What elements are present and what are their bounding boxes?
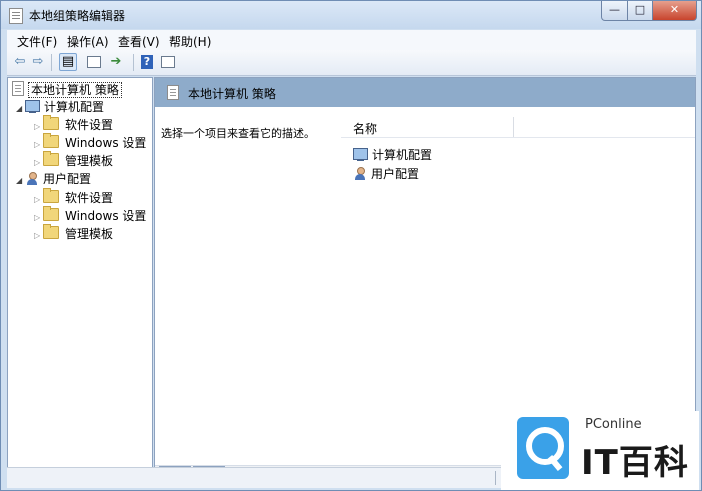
- list-item-label: 计算机配置: [372, 148, 433, 162]
- policy-doc-icon: [9, 8, 23, 24]
- tree-item-software-settings[interactable]: ▷ 软件设置: [34, 115, 114, 135]
- details-title: 本地计算机 策略: [188, 87, 276, 101]
- tree-item-label: 软件设置: [65, 118, 114, 132]
- details-header: 本地计算机 策略: [155, 78, 695, 107]
- menu-bar: 文件(F) 操作(A) 查看(V) 帮助(H): [7, 30, 696, 50]
- menu-view[interactable]: 查看(V): [118, 33, 160, 50]
- menu-action[interactable]: 操作(A): [67, 33, 109, 50]
- description-text: 选择一个项目来查看它的描述。: [161, 127, 315, 140]
- pconline-logo: PConline IT百科: [501, 411, 699, 490]
- close-button[interactable]: ✕: [652, 1, 697, 21]
- tree-item-label: Windows 设置: [65, 209, 147, 223]
- export-list-icon[interactable]: ➔: [107, 53, 125, 71]
- tree-item-label: 管理模板: [65, 227, 114, 241]
- status-divider: [495, 471, 496, 485]
- list-item-user-config[interactable]: 用户配置: [353, 165, 419, 183]
- magnifier-logo-icon: [517, 417, 569, 479]
- tree-item-root[interactable]: 本地计算机 策略: [12, 81, 122, 98]
- collapsed-arrow-icon[interactable]: ▷: [34, 227, 43, 244]
- tree-item-software-settings[interactable]: ▷ 软件设置: [34, 188, 114, 208]
- column-name[interactable]: 名称: [353, 120, 377, 137]
- toolbar-separator: [51, 54, 52, 71]
- collapsed-arrow-icon[interactable]: ▷: [34, 154, 43, 171]
- logo-brand: PConline: [585, 417, 642, 432]
- back-arrow-icon[interactable]: ⇦: [11, 53, 29, 71]
- tree-item-admin-templates[interactable]: ▷ 管理模板: [34, 151, 114, 171]
- tree-item-label: 计算机配置: [44, 100, 105, 114]
- maximize-button[interactable]: □: [627, 1, 653, 21]
- tree-item-windows-settings[interactable]: ▷ Windows 设置: [34, 133, 147, 153]
- list-column-header[interactable]: 名称: [341, 117, 695, 138]
- user-icon: [353, 167, 367, 180]
- folder-icon: [43, 115, 59, 130]
- show-tree-icon[interactable]: ▤: [59, 53, 77, 71]
- column-divider[interactable]: [513, 117, 514, 137]
- computer-icon: [25, 100, 40, 113]
- folder-icon: [43, 151, 59, 166]
- tree-item-label: Windows 设置: [65, 136, 147, 150]
- menu-help[interactable]: 帮助(H): [169, 33, 211, 50]
- window-title: 本地组策略编辑器: [29, 9, 126, 23]
- tree-item-admin-templates[interactable]: ▷ 管理模板: [34, 224, 114, 244]
- app-window: 本地组策略编辑器 — □ ✕ 文件(F) 操作(A) 查看(V) 帮助(H) ⇦…: [0, 0, 702, 491]
- folder-icon: [43, 224, 59, 239]
- tree-item-label: 软件设置: [65, 191, 114, 205]
- title-bar: 本地组策略编辑器 — □ ✕: [1, 1, 701, 29]
- computer-icon: [353, 148, 368, 161]
- folder-icon: [43, 206, 59, 221]
- tree-item-label: 管理模板: [65, 154, 114, 168]
- list-item-computer-config[interactable]: 计算机配置: [353, 146, 432, 164]
- tree-item-computer-config[interactable]: ◢ 计算机配置: [16, 99, 104, 116]
- logo-main-text: IT百科: [581, 443, 689, 483]
- toolbar: ⇦ ⇨ ▤ ➔ ?: [7, 50, 696, 76]
- expanded-arrow-icon[interactable]: ◢: [16, 172, 25, 189]
- list-item-label: 用户配置: [371, 167, 420, 181]
- tree-item-label: 用户配置: [43, 172, 92, 186]
- forward-arrow-icon[interactable]: ⇨: [29, 53, 47, 71]
- menu-file[interactable]: 文件(F): [17, 33, 57, 50]
- policy-doc-icon: [12, 81, 24, 96]
- item-list: 名称 计算机配置 用户配置: [341, 108, 695, 438]
- toolbar-separator: [133, 54, 134, 71]
- tree-item-label: 本地计算机 策略: [28, 82, 122, 98]
- user-icon: [25, 172, 39, 185]
- filter-icon[interactable]: [161, 56, 175, 68]
- expanded-arrow-icon[interactable]: ◢: [16, 100, 25, 117]
- collapsed-arrow-icon[interactable]: ▷: [34, 191, 43, 208]
- help-icon[interactable]: ?: [141, 55, 153, 69]
- collapsed-arrow-icon[interactable]: ▷: [34, 209, 43, 226]
- policy-doc-icon: [167, 85, 179, 100]
- collapsed-arrow-icon[interactable]: ▷: [34, 136, 43, 153]
- tree-pane: 本地计算机 策略 ◢ 计算机配置 ▷ 软件设置 ▷ Windows 设置 ▷ 管理模板 …: [7, 77, 153, 488]
- tree-item-user-config[interactable]: ◢ 用户配置: [16, 171, 91, 188]
- tree-item-windows-settings[interactable]: ▷ Windows 设置: [34, 206, 147, 226]
- properties-icon[interactable]: [87, 56, 101, 68]
- folder-icon: [43, 133, 59, 148]
- minimize-button[interactable]: —: [601, 1, 628, 21]
- folder-icon: [43, 188, 59, 203]
- collapsed-arrow-icon[interactable]: ▷: [34, 118, 43, 135]
